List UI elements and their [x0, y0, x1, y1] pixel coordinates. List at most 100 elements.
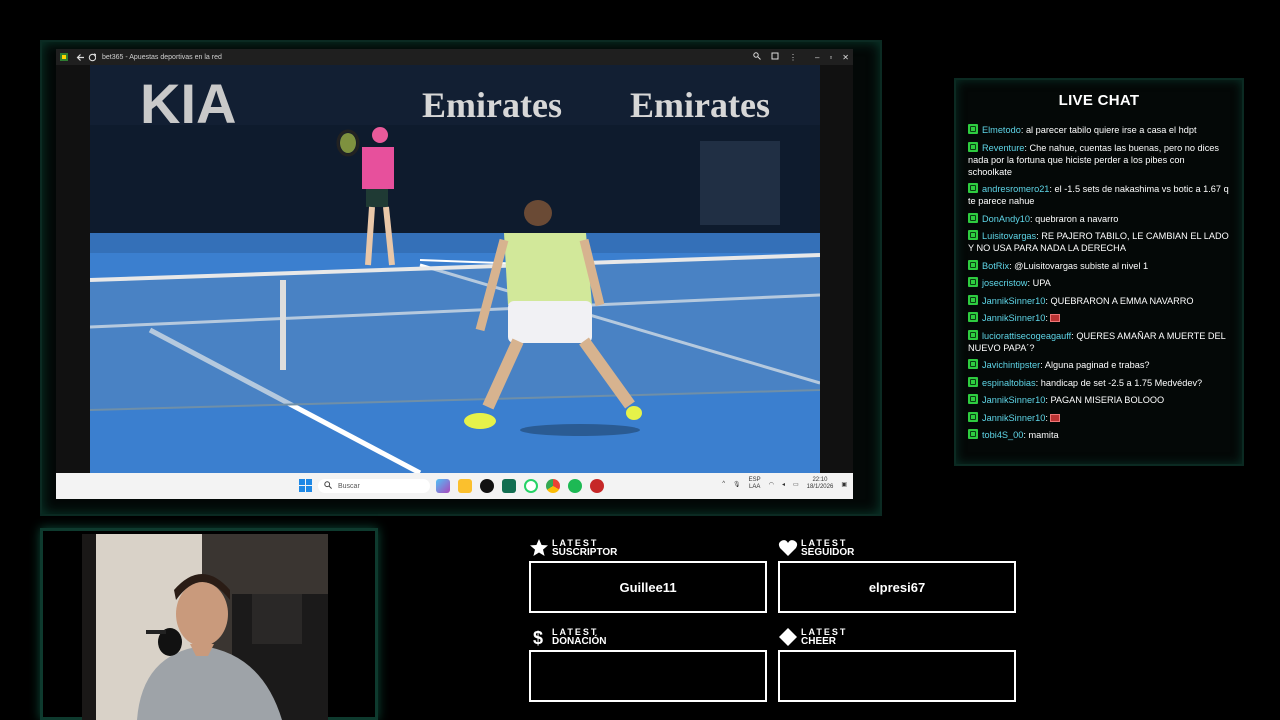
zoom-icon[interactable] [753, 52, 761, 62]
windows-taskbar: Buscar ^ 🎙 ESP LAA ◠ ◂ ▭ 22:10 18/1/2026 [56, 473, 853, 499]
chat-username[interactable]: espinaltobias [982, 378, 1036, 388]
tray-chevron-up-icon[interactable]: ^ [722, 481, 725, 487]
chat-username[interactable]: Javichintipster [982, 360, 1040, 370]
kick-badge-icon [968, 429, 978, 439]
chat-username[interactable]: JannikSinner10 [982, 395, 1045, 405]
chat-username[interactable]: luciorattisecogeagauff [982, 331, 1071, 341]
latest-donation-value [529, 650, 767, 702]
volume-icon[interactable]: ◂ [782, 481, 785, 488]
kick-badge-icon [968, 312, 978, 322]
microphone-icon[interactable]: 🎙 [733, 481, 741, 488]
minimize-icon[interactable]: – [815, 53, 819, 62]
kick-badge-icon [968, 230, 978, 240]
browser-window: bet365 - Apuestas deportivas en la red ⋮… [56, 49, 853, 499]
chat-text: Alguna paginad e trabas? [1044, 360, 1150, 370]
file-explorer-icon[interactable] [458, 479, 472, 493]
chat-message: Javichintipster: Alguna paginad e trabas… [968, 359, 1230, 371]
latest-donation-header: $ LATEST DONACIÓN [529, 627, 606, 648]
chat-message: tobi4S_00: mamita [968, 429, 1230, 441]
chat-message: Reventure: Che nahue, cuentas las buenas… [968, 141, 1230, 178]
chat-text: mamita [1028, 430, 1059, 440]
latest-cheer-header: LATEST CHEER [778, 627, 847, 647]
copilot-app-icon[interactable] [436, 479, 450, 493]
kick-badge-icon [968, 411, 978, 422]
chat-message: BotRix: @Luisitovargas subiste al nivel … [968, 259, 1230, 272]
media-app-icon[interactable] [590, 479, 604, 493]
whatsapp-app-icon[interactable] [524, 479, 538, 493]
chat-text: quebraron a navarro [1035, 213, 1119, 224]
sponsor-emirates-1: Emirates [422, 85, 562, 125]
chat-message-list: Elmetodo: al parecer tabilo quiere irse … [968, 124, 1230, 447]
chat-message: JannikSinner10: [968, 411, 1230, 424]
chat-username[interactable]: JannikSinner10 [982, 313, 1045, 323]
diamond-icon [779, 628, 797, 646]
kick-badge-icon [968, 141, 978, 152]
wifi-icon[interactable]: ◠ [769, 481, 774, 488]
notifications-icon[interactable]: ▣ [841, 481, 847, 488]
chat-text: PAGAN MISERIA BOLOOO [1050, 395, 1165, 405]
kick-badge-icon [968, 277, 978, 287]
kick-badge-icon [968, 212, 978, 223]
kick-badge-icon [968, 359, 978, 369]
chat-username[interactable]: JannikSinner10 [982, 296, 1045, 306]
chat-text: @Luisitovargas subiste al nivel 1 [1014, 260, 1149, 271]
webcam-feed [82, 534, 328, 720]
latest-follower-value: elpresi67 [778, 561, 1016, 613]
close-icon[interactable]: ✕ [842, 53, 849, 62]
sponsor-emirates-2: Emirates [630, 85, 770, 125]
reload-icon[interactable] [88, 52, 96, 61]
video-letterbox-left [56, 65, 90, 473]
svg-text:$: $ [533, 628, 543, 647]
extensions-icon[interactable] [771, 52, 779, 62]
spotify-app-icon[interactable] [568, 479, 582, 493]
back-icon[interactable] [76, 53, 84, 61]
chat-text: QUEBRARON A EMMA NAVARRO [1050, 295, 1194, 306]
windows-start-icon[interactable] [299, 479, 312, 497]
tennis-video-player[interactable]: KIA Emirates Emirates [90, 65, 820, 473]
language-indicator[interactable]: ESP LAA [749, 477, 761, 491]
heart-icon [778, 540, 798, 556]
kick-badge-icon [968, 376, 978, 387]
browser-titlebar: bet365 - Apuestas deportivas en la red ⋮… [56, 49, 853, 65]
browser-title: bet365 - Apuestas deportivas en la red [102, 53, 222, 61]
chat-message: DonAndy10: quebraron a navarro [968, 212, 1230, 225]
chat-message: Elmetodo: al parecer tabilo quiere irse … [968, 124, 1230, 136]
taskbar-search-placeholder: Buscar [338, 482, 360, 490]
chat-username[interactable]: andresromero21 [982, 184, 1049, 194]
chat-username[interactable]: tobi4S_00 [982, 430, 1023, 440]
latest-subscriber-header: LATEST SUSCRIPTOR [529, 538, 617, 558]
chat-username[interactable]: josecristow [982, 278, 1027, 288]
chat-message: josecristow: UPA [968, 277, 1230, 289]
chat-message: Luisitovargas: RE PAJERO TABILO, LE CAMB… [968, 230, 1230, 254]
chat-text: al parecer tabilo quiere irse a casa el … [1025, 125, 1197, 135]
chat-username[interactable]: JannikSinner10 [982, 413, 1045, 423]
kick-badge-icon [968, 294, 978, 305]
bet365-app-icon[interactable] [502, 479, 516, 493]
chat-message: JannikSinner10: [968, 312, 1230, 324]
chat-text: handicap de set -2.5 a 1.75 Medvédev? [1040, 377, 1203, 388]
taskbar-clock[interactable]: 22:10 18/1/2026 [807, 477, 834, 491]
chat-username[interactable]: Elmetodo [982, 125, 1021, 135]
chat-message: JannikSinner10: QUEBRARON A EMMA NAVARRO [968, 294, 1230, 307]
chrome-app-icon[interactable] [546, 479, 560, 493]
video-letterbox-right [820, 65, 853, 473]
chat-emote-icon [1050, 314, 1061, 322]
kick-badge-icon [968, 183, 978, 193]
chat-message: luciorattisecogeagauff: QUERES AMAÑAR A … [968, 329, 1230, 354]
tiktok-app-icon[interactable] [480, 479, 494, 493]
chat-username[interactable]: BotRix [982, 261, 1009, 271]
battery-icon[interactable]: ▭ [793, 481, 799, 488]
maximize-icon[interactable]: ▫ [829, 53, 832, 62]
kick-badge-icon [968, 329, 978, 340]
taskbar-search-box[interactable]: Buscar [318, 479, 430, 493]
chat-username[interactable]: DonAndy10 [982, 214, 1030, 224]
site-favicon-icon [60, 53, 68, 61]
chat-message: andresromero21: el -1.5 sets de nakashim… [968, 183, 1230, 207]
chat-username[interactable]: Reventure [982, 143, 1024, 153]
sponsor-kia: KIA [140, 72, 236, 135]
menu-kebab-icon[interactable]: ⋮ [789, 53, 797, 62]
chat-text: UPA [1032, 278, 1051, 288]
search-icon [324, 481, 332, 491]
kick-badge-icon [968, 394, 978, 404]
chat-username[interactable]: Luisitovargas [982, 231, 1036, 241]
